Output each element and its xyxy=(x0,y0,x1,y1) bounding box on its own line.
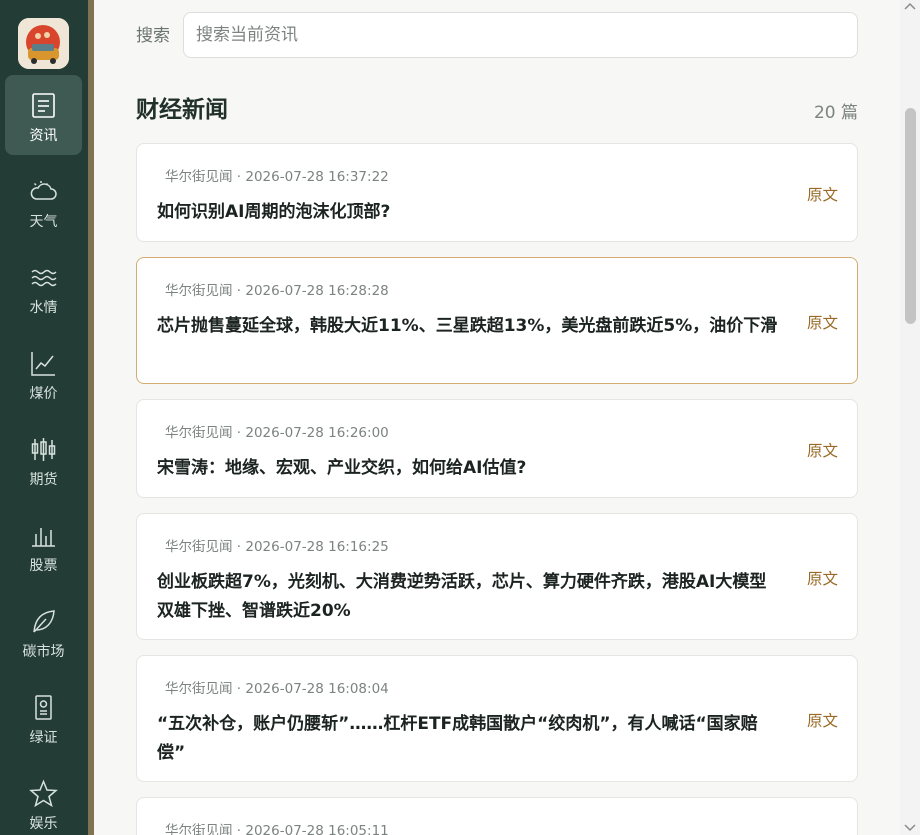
news-meta: 华尔街见闻 · 2026-07-28 16:26:00 xyxy=(165,425,389,441)
original-link[interactable]: 原文 xyxy=(807,441,838,461)
news-meta: 华尔街见闻 · 2026-07-28 16:05:11 xyxy=(165,823,389,835)
original-link[interactable]: 原文 xyxy=(807,185,838,205)
sidebar-item-label: 水情 xyxy=(29,300,58,316)
star-icon xyxy=(29,779,58,808)
news-title[interactable]: 如何识别AI周期的泡沫化顶部? xyxy=(157,198,782,227)
sidebar-item-label: 娱乐 xyxy=(29,816,58,832)
certificate-icon xyxy=(35,695,52,720)
sidebar: 资讯 天气 水情 煤价 期货 股票 碳市场 绿证 娱乐 xyxy=(0,0,94,835)
page-title: 财经新闻 xyxy=(136,97,228,123)
news-title[interactable]: 创业板跌超7%，光刻机、大消费逆势活跃，芯片、算力硬件齐跌，港股AI大模型双雄下… xyxy=(157,568,782,626)
bar-chart-icon xyxy=(32,528,55,547)
sidebar-item-stocks[interactable]: 股票 xyxy=(5,505,82,585)
scrollbar-thumb[interactable] xyxy=(905,108,916,324)
sidebar-item-futures[interactable]: 期货 xyxy=(5,419,82,499)
sidebar-item-label: 天气 xyxy=(29,214,58,230)
leaf-icon xyxy=(33,610,55,633)
sidebar-item-label: 绿证 xyxy=(29,730,58,746)
news-card[interactable]: 华尔街见闻 · 2026-07-28 16:26:00 宋雪涛：地缘、宏观、产业… xyxy=(136,399,858,498)
article-count: 20 篇 xyxy=(813,103,858,123)
news-card[interactable]: 华尔街见闻 · 2026-07-28 16:16:25 创业板跌超7%，光刻机、… xyxy=(136,513,858,640)
sidebar-item-carbon-market[interactable]: 碳市场 xyxy=(5,591,82,671)
news-meta: 华尔街见闻 · 2026-07-28 16:28:28 xyxy=(165,283,389,299)
news-card[interactable]: 华尔街见闻 · 2026-07-28 16:28:28 芯片抛售蔓延全球，韩股大… xyxy=(136,257,858,384)
sidebar-item-green-certificate[interactable]: 绿证 xyxy=(5,677,82,757)
news-meta: 华尔街见闻 · 2026-07-28 16:37:22 xyxy=(165,169,389,185)
original-link[interactable]: 原文 xyxy=(807,313,838,333)
sidebar-item-entertainment[interactable]: 娱乐 xyxy=(5,763,82,835)
sidebar-item-label: 碳市场 xyxy=(22,644,65,660)
logo-icon xyxy=(18,18,69,69)
sidebar-item-weather[interactable]: 天气 xyxy=(5,161,82,241)
water-icon xyxy=(31,269,57,287)
sidebar-item-label: 期货 xyxy=(29,472,58,488)
news-meta: 华尔街见闻 · 2026-07-28 16:08:04 xyxy=(165,681,389,697)
sidebar-item-label: 股票 xyxy=(29,558,58,574)
line-chart-icon xyxy=(31,352,55,376)
search-input[interactable] xyxy=(183,12,858,58)
sidebar-item-water[interactable]: 水情 xyxy=(5,247,82,327)
sidebar-edge xyxy=(88,0,94,835)
scroll-down-icon[interactable] xyxy=(904,824,916,832)
candlestick-icon xyxy=(31,438,56,461)
news-title[interactable]: 芯片抛售蔓延全球，韩股大近11%、三星跌超13%，美光盘前跌近5%，油价下滑 xyxy=(157,312,782,341)
scroll-up-icon[interactable] xyxy=(904,2,916,10)
news-card[interactable]: 华尔街见闻 · 2026-07-28 16:08:04 “五次补仓，账户仍腰斩”… xyxy=(136,655,858,782)
search-label: 搜索 xyxy=(136,26,170,46)
news-meta: 华尔街见闻 · 2026-07-28 16:16:25 xyxy=(165,539,389,555)
news-card[interactable]: 华尔街见闻 · 2026-07-28 16:05:11 xyxy=(136,797,858,835)
original-link[interactable]: 原文 xyxy=(807,569,838,589)
news-title[interactable]: 宋雪涛：地缘、宏观、产业交织，如何给AI估值? xyxy=(157,454,782,483)
sidebar-item-label: 资讯 xyxy=(29,128,58,144)
sidebar-item-coal-price[interactable]: 煤价 xyxy=(5,333,82,413)
sidebar-item-news[interactable]: 资讯 xyxy=(5,75,82,155)
news-title[interactable]: “五次补仓，账户仍腰斩”……杠杆ETF成韩国散户“绞肉机”，有人喊话“国家赔偿” xyxy=(157,710,782,768)
news-icon xyxy=(32,93,55,118)
original-link[interactable]: 原文 xyxy=(807,711,838,731)
news-card[interactable]: 华尔街见闻 · 2026-07-28 16:37:22 如何识别AI周期的泡沫化… xyxy=(136,143,858,242)
app-logo xyxy=(18,18,69,69)
cloud-icon xyxy=(30,181,57,200)
sidebar-item-label: 煤价 xyxy=(29,386,58,402)
